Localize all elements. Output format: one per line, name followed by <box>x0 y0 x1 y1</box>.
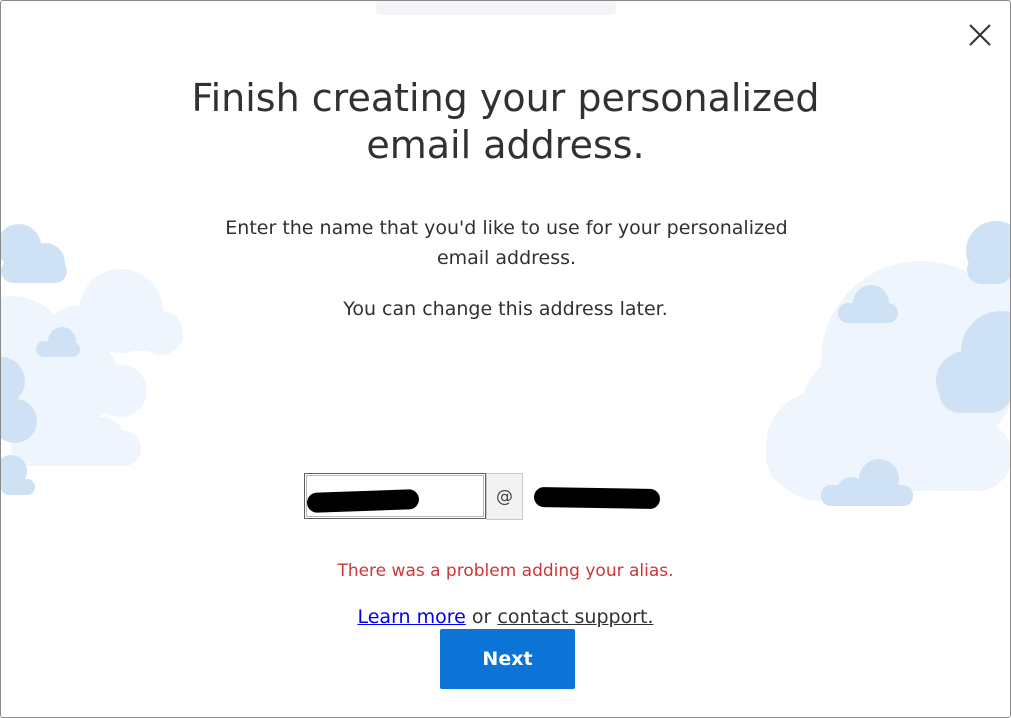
help-text: Learn more or contact support. <box>1 603 1010 631</box>
close-icon <box>969 24 991 46</box>
dialog-description: Enter the name that you'd like to use fo… <box>225 217 788 269</box>
redaction-mark <box>533 486 661 510</box>
error-message: There was a problem adding your alias. <box>337 561 674 581</box>
change-later-note: You can change this address later. <box>343 298 668 320</box>
dialog-title: Finish creating your personalized email … <box>1 75 1010 169</box>
learn-more-link[interactable]: Learn more <box>357 606 465 628</box>
at-symbol: @ <box>486 473 523 520</box>
contact-support-link[interactable]: contact support. <box>497 606 653 628</box>
email-alias-dialog: Finish creating your personalized email … <box>0 0 1011 718</box>
help-connector: or <box>471 606 492 628</box>
redaction-mark <box>306 489 420 513</box>
dialog-title-line2: email address. <box>366 123 645 167</box>
close-button[interactable] <box>964 19 996 51</box>
background-window-strip <box>376 1 616 15</box>
next-button[interactable]: Next <box>440 629 575 689</box>
dialog-title-line1: Finish creating your personalized <box>191 76 820 120</box>
